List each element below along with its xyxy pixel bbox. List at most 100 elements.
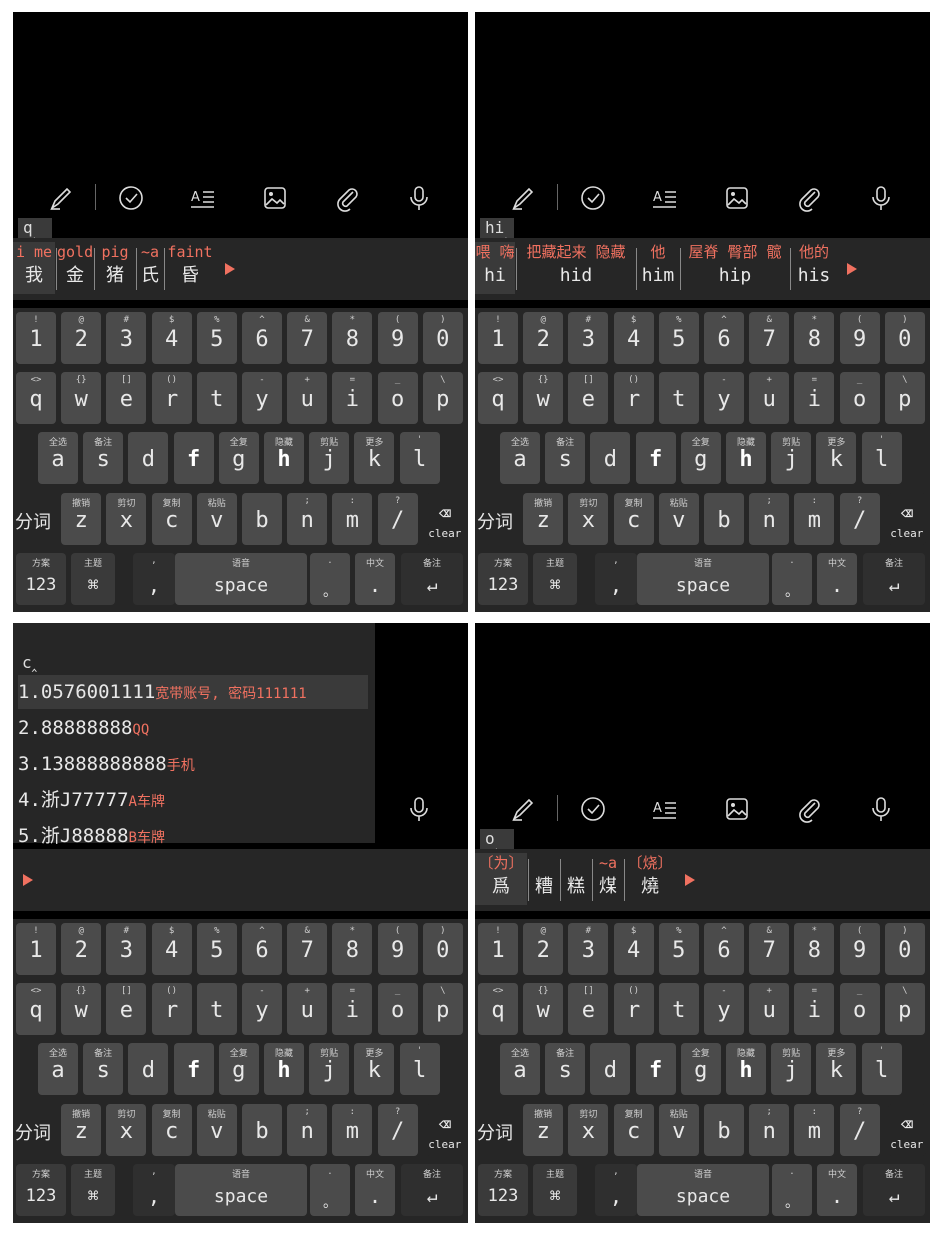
- pen-icon[interactable]: [509, 184, 537, 212]
- key-x[interactable]: 剪切 x: [568, 493, 609, 545]
- candidate-5[interactable]: faint 昏: [165, 242, 215, 294]
- clipboard-item-5[interactable]: 5.浙J88888B车牌: [18, 819, 165, 853]
- key-h[interactable]: 隐藏 h: [726, 1043, 766, 1095]
- candidate-2[interactable]: 把藏起来 隐藏 hid: [517, 242, 635, 294]
- key-u[interactable]: + u: [287, 983, 328, 1035]
- key-6[interactable]: ^ 6: [704, 312, 744, 364]
- key-d[interactable]: d: [128, 432, 169, 484]
- comma-key[interactable]: ,,: [595, 1164, 637, 1216]
- key-g[interactable]: 全复 g: [218, 1043, 259, 1095]
- key-q[interactable]: <> q: [478, 372, 518, 424]
- candidate-1[interactable]: i me 我: [13, 242, 55, 294]
- chinese-toggle-key[interactable]: 中文.: [355, 1164, 395, 1216]
- key-j[interactable]: 剪贴 j: [771, 432, 812, 484]
- key-u[interactable]: + u: [749, 372, 790, 424]
- space-key[interactable]: 语音 space: [637, 1164, 769, 1216]
- pen-icon[interactable]: [47, 184, 75, 212]
- layout-key[interactable]: 方案 123: [16, 1164, 66, 1216]
- key-p[interactable]: \ p: [884, 372, 925, 424]
- key-y[interactable]: -y: [242, 372, 282, 424]
- key-o[interactable]: _ o: [377, 372, 418, 424]
- segment-key[interactable]: 分词: [477, 1119, 513, 1145]
- clipboard-item-1[interactable]: 1.0576001111宽带账号, 密码111111: [18, 675, 368, 709]
- key-l[interactable]: ' l: [399, 1043, 440, 1095]
- candidate-1[interactable]: 喂 嗨 hi: [475, 242, 515, 294]
- key-h[interactable]: 隐藏 h: [726, 432, 766, 484]
- clipboard-item-2[interactable]: 2.88888888QQ: [18, 711, 149, 745]
- key-x[interactable]: 剪切 x: [106, 1104, 147, 1156]
- key-n[interactable]: ; n: [749, 1104, 790, 1156]
- chinese-toggle-key[interactable]: 中文.: [817, 1164, 857, 1216]
- key-k[interactable]: 更多 k: [354, 432, 395, 484]
- key-j[interactable]: 剪贴 j: [309, 1043, 350, 1095]
- key-n[interactable]: ; n: [287, 1104, 328, 1156]
- key-v[interactable]: 粘贴 v: [658, 1104, 699, 1156]
- clipboard-item-4[interactable]: 4.浙J77777A车牌: [18, 783, 165, 817]
- key-p[interactable]: \ p: [884, 983, 925, 1035]
- key-m[interactable]: :m: [794, 1104, 835, 1156]
- key-y[interactable]: -y: [704, 372, 744, 424]
- key-d[interactable]: d: [590, 432, 631, 484]
- key-4[interactable]: $4: [151, 312, 192, 364]
- key-a[interactable]: 全选 a: [500, 432, 540, 484]
- space-key[interactable]: 语音 space: [175, 553, 307, 605]
- chinese-toggle-key[interactable]: 中文.: [355, 553, 395, 605]
- key-2[interactable]: @2: [61, 923, 102, 975]
- key-i[interactable]: = i: [332, 983, 373, 1035]
- key-m[interactable]: :m: [332, 493, 373, 545]
- paperclip-icon[interactable]: [795, 184, 823, 212]
- comma-key[interactable]: ,,: [595, 553, 637, 605]
- key-1[interactable]: ! 1: [16, 923, 56, 975]
- period-key[interactable]: .。: [772, 553, 812, 605]
- candidate-4[interactable]: ~a 氏: [137, 242, 163, 294]
- space-key[interactable]: 语音 space: [637, 553, 769, 605]
- key-n[interactable]: ; n: [749, 493, 790, 545]
- segment-key[interactable]: 分词: [477, 508, 513, 534]
- candidate-3[interactable]: 他 him: [637, 242, 679, 294]
- key-a[interactable]: 全选 a: [500, 1043, 540, 1095]
- clipboard-item-3[interactable]: 3.13888888888手机: [18, 747, 195, 781]
- key-1[interactable]: ! 1: [478, 312, 518, 364]
- key-z[interactable]: 撤销 z: [61, 1104, 102, 1156]
- key-i[interactable]: = i: [332, 372, 373, 424]
- space-key[interactable]: 语音 space: [175, 1164, 307, 1216]
- key-v[interactable]: 粘贴 v: [196, 1104, 237, 1156]
- text-format-icon[interactable]: A: [189, 184, 217, 212]
- microphone-icon[interactable]: [867, 795, 895, 823]
- candidate-3[interactable]: pig 猪: [95, 242, 135, 294]
- key-n[interactable]: ; n: [287, 493, 328, 545]
- backspace-key[interactable]: ⌫ clear: [425, 493, 464, 545]
- candidate-5[interactable]: 〔烧〕燒: [625, 853, 675, 905]
- key-y[interactable]: -y: [242, 983, 282, 1035]
- image-icon[interactable]: [723, 184, 751, 212]
- key-c[interactable]: 复制 c: [151, 493, 192, 545]
- theme-key[interactable]: 主题 ⌘: [533, 1164, 577, 1216]
- key-v[interactable]: 粘贴 v: [196, 493, 237, 545]
- key-f[interactable]: f: [635, 1043, 676, 1095]
- key-o[interactable]: _ o: [377, 983, 418, 1035]
- layout-key[interactable]: 方案 123: [478, 553, 528, 605]
- key-l[interactable]: ' l: [399, 432, 440, 484]
- key-f[interactable]: f: [635, 432, 676, 484]
- key-e[interactable]: [] e: [568, 372, 609, 424]
- layout-key[interactable]: 方案 123: [16, 553, 66, 605]
- key-x[interactable]: 剪切 x: [106, 493, 147, 545]
- key-z[interactable]: 撤销 z: [61, 493, 102, 545]
- key-8[interactable]: * 8: [332, 312, 373, 364]
- key-u[interactable]: + u: [287, 372, 328, 424]
- key-z[interactable]: 撤销 z: [523, 493, 564, 545]
- key-t[interactable]: t: [658, 983, 699, 1035]
- key-5[interactable]: % 5: [196, 312, 237, 364]
- key-v[interactable]: 粘贴 v: [658, 493, 699, 545]
- candidate-5[interactable]: 他的 his: [791, 242, 837, 294]
- microphone-icon[interactable]: [405, 184, 433, 212]
- pen-icon[interactable]: [509, 795, 537, 823]
- key-c[interactable]: 复制 c: [613, 1104, 654, 1156]
- candidate-1[interactable]: 〔为〕爲: [475, 853, 527, 905]
- key-6[interactable]: ^ 6: [242, 923, 282, 975]
- key-e[interactable]: [] e: [568, 983, 609, 1035]
- key-w[interactable]: {} w: [61, 983, 102, 1035]
- key-g[interactable]: 全复 g: [680, 432, 721, 484]
- period-key[interactable]: .。: [772, 1164, 812, 1216]
- key-b[interactable]: b: [704, 1104, 744, 1156]
